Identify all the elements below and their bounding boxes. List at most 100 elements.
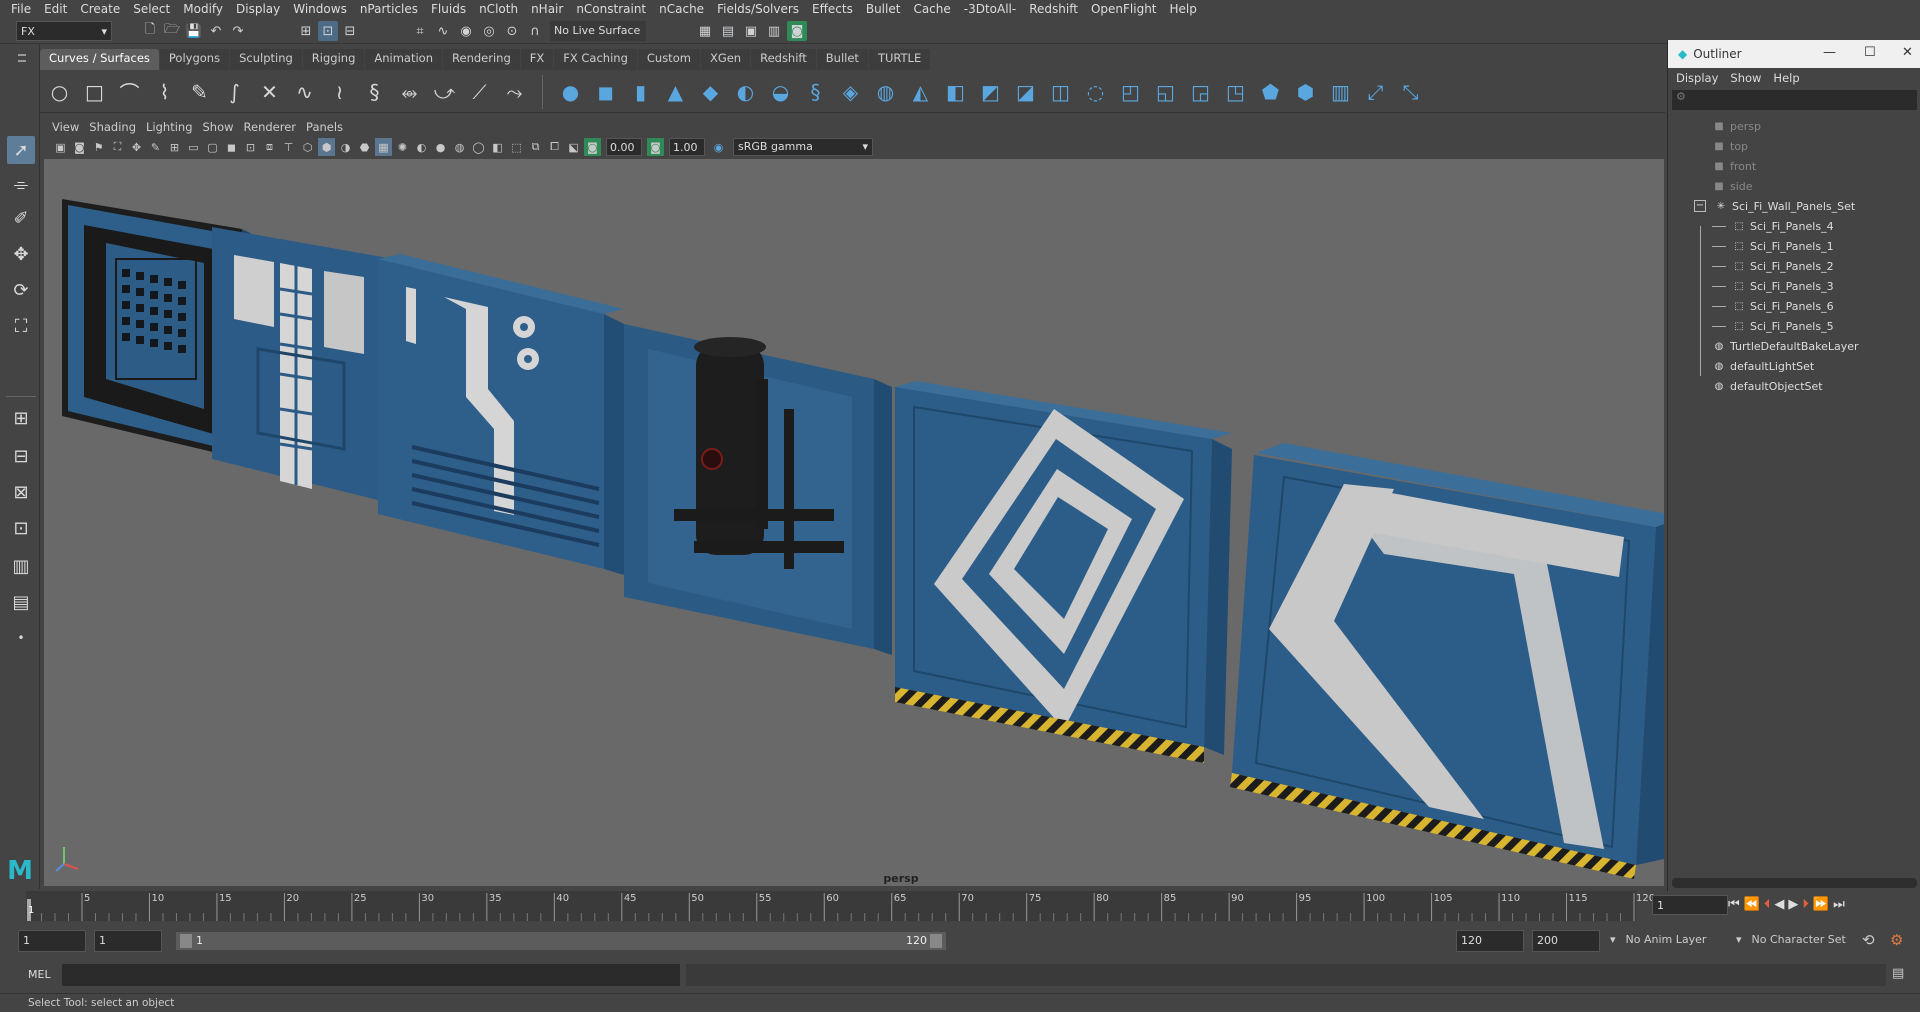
undo-icon[interactable]: ↶ [206, 21, 226, 41]
close-icon[interactable]: ✕ [1902, 45, 1913, 60]
use-all-lights-icon[interactable]: ✺ [394, 138, 411, 156]
shelf-tab-animation[interactable]: Animation [365, 49, 443, 70]
shelf-tab-custom[interactable]: Custom [637, 49, 700, 70]
outliner-item-mesh[interactable]: ⬚ Sci_Fi_Panels_5 [1712, 316, 1834, 336]
shelf-tab-redshift[interactable]: Redshift [751, 49, 816, 70]
menu-nconstraint[interactable]: nConstraint [571, 2, 654, 16]
safe-title-icon[interactable]: ⊤ [280, 138, 297, 156]
camera-attributes-icon[interactable]: ◙ [71, 138, 88, 156]
select-tool-icon[interactable]: ➚ [7, 136, 35, 164]
curve-rebuild-icon[interactable]: § [361, 78, 388, 105]
go-to-start-icon[interactable]: ⏮ [1728, 897, 1740, 912]
outliner-item-mesh[interactable]: ⬚ Sci_Fi_Panels_2 [1712, 256, 1834, 276]
trim-tool-icon[interactable]: ◰ [1117, 78, 1144, 105]
gamma-toggle-icon[interactable]: ◙ [647, 138, 664, 156]
square-surface-icon[interactable]: ◩ [977, 78, 1004, 105]
shelf-tab-polygons[interactable]: Polygons [159, 49, 230, 70]
rotate-tool-icon[interactable]: ⟳ [7, 276, 35, 304]
bookmark-icon[interactable]: ⚑ [90, 138, 107, 156]
outliner-item-mesh[interactable]: ⬚ Sci_Fi_Panels_4 [1712, 216, 1834, 236]
curve-reverse-icon[interactable]: ⤻ [431, 78, 458, 105]
camera-select-icon[interactable]: ▣ [52, 138, 69, 156]
shadows-icon[interactable]: ◐ [413, 138, 430, 156]
outliner-search-input[interactable]: ⚙ [1672, 90, 1917, 110]
outliner-item-camera[interactable]: ■ top [1712, 136, 1748, 156]
isolate-select-icon[interactable]: ⬚ [508, 138, 525, 156]
cv-curve-icon[interactable]: ⌒ [116, 78, 143, 105]
wireframe-icon[interactable]: ⬡ [299, 138, 316, 156]
live-surface-field[interactable]: No Live Surface [550, 21, 646, 41]
grid-icon[interactable]: ⊞ [166, 138, 183, 156]
shelf-tab-turtle[interactable]: TURTLE [868, 49, 931, 70]
outliner-menu-help[interactable]: Help [1773, 71, 1811, 85]
outliner-hscrollbar[interactable] [1672, 878, 1917, 888]
nurbs-circle-icon[interactable]: ○ [46, 78, 73, 105]
shelf-tab-rigging[interactable]: Rigging [302, 49, 365, 70]
shelf-tab-xgen[interactable]: XGen [700, 49, 751, 70]
extend-surface-icon[interactable]: ⤢ [1362, 78, 1389, 105]
open-scene-icon[interactable]: 🗁 [162, 21, 182, 41]
scale-tool-icon[interactable]: ⛶ [7, 312, 35, 340]
safe-action-icon[interactable]: ⧈ [261, 138, 278, 156]
curve-detach-icon[interactable]: ≀ [326, 78, 353, 105]
scene-end-field[interactable]: 200 [1532, 930, 1600, 952]
menu-edit[interactable]: Edit [39, 2, 75, 16]
minimize-icon[interactable]: — [1823, 45, 1836, 60]
menu-help[interactable]: Help [1165, 2, 1205, 16]
outliner-menu-show[interactable]: Show [1730, 71, 1773, 85]
lasso-tool-icon[interactable]: ⌯ [7, 170, 35, 198]
align-surfaces-icon[interactable]: ⬟ [1257, 78, 1284, 105]
revolve-icon[interactable]: ◒ [767, 78, 794, 105]
time-slider[interactable]: 5 10 15 20 25 30 35 40 45 50 55 60 65 70 75 80 85 90 95 100… [0, 891, 1920, 921]
nurbs-cylinder-icon[interactable]: ▮ [627, 78, 654, 105]
xray-components-icon[interactable]: ⬕ [565, 138, 582, 156]
menu-bullet[interactable]: Bullet [861, 2, 909, 16]
menu-effects[interactable]: Effects [807, 2, 861, 16]
four-view-layout-icon[interactable]: ⊟ [7, 442, 35, 470]
untrim-icon[interactable]: ◱ [1152, 78, 1179, 105]
character-set-dropdown[interactable]: ▾ No Character Set [1736, 933, 1846, 946]
nurbs-torus-icon[interactable]: ◐ [732, 78, 759, 105]
select-component-icon[interactable]: ⊟ [340, 21, 360, 41]
script-type-label[interactable]: MEL [28, 968, 51, 981]
outliner-item-camera[interactable]: ■ front [1712, 156, 1756, 176]
outliner-item-mesh[interactable]: ⬚ Sci_Fi_Panels_3 [1712, 276, 1834, 296]
textured-icon[interactable]: ▦ [375, 138, 392, 156]
collapse-icon[interactable]: − [1694, 200, 1706, 212]
menu-3dtoall[interactable]: -3DtoAll- [959, 2, 1024, 16]
command-input[interactable] [62, 964, 680, 986]
auto-key-icon[interactable]: ⟲ [1862, 931, 1875, 949]
wireframe-on-shaded-icon[interactable]: ⬣ [356, 138, 373, 156]
curve-extend-icon[interactable]: ⟋ [466, 78, 493, 105]
default-material-icon[interactable]: ◑ [337, 138, 354, 156]
move-tool-icon[interactable]: ✥ [7, 240, 35, 268]
viewport-persp[interactable]: persp [44, 159, 1664, 886]
nurbs-cone-icon[interactable]: ▲ [662, 78, 689, 105]
current-frame-field[interactable]: 1 [1652, 895, 1728, 915]
outliner-item-set[interactable]: ◍ TurtleDefaultBakeLayer [1712, 336, 1859, 356]
step-back-frame-icon[interactable]: ⏴ [1764, 897, 1771, 912]
menu-windows[interactable]: Windows [288, 2, 355, 16]
outliner-item-set[interactable]: − ✳ Sci_Fi_Wall_Panels_Set [1694, 196, 1855, 216]
menu-select[interactable]: Select [128, 2, 178, 16]
menuset-dropdown[interactable]: FX ▾ [16, 21, 112, 41]
insert-isoparm-icon[interactable]: ▥ [1327, 78, 1354, 105]
single-perspective-layout-icon[interactable]: ⊞ [7, 404, 35, 432]
render-frame-icon[interactable]: ▦ [695, 21, 715, 41]
maximize-icon[interactable]: ☐ [1864, 45, 1876, 60]
menu-modify[interactable]: Modify [178, 2, 231, 16]
go-to-end-icon[interactable]: ⏭ [1833, 897, 1845, 912]
shelf-tab-bullet[interactable]: Bullet [816, 49, 868, 70]
menu-ncache[interactable]: nCache [654, 2, 712, 16]
open-close-icon[interactable]: ⬢ [1292, 78, 1319, 105]
field-chart-icon[interactable]: ⊡ [242, 138, 259, 156]
ep-curve-icon[interactable]: ⌇ [151, 78, 178, 105]
detach-surfaces-icon[interactable]: ◳ [1222, 78, 1249, 105]
outliner-item-set[interactable]: ◍ defaultObjectSet [1712, 376, 1823, 396]
more-layouts-icon[interactable]: • [7, 624, 35, 652]
multisample-aa-icon[interactable]: ◯ [470, 138, 487, 156]
curve-attach-icon[interactable]: ∿ [291, 78, 318, 105]
anim-preferences-icon[interactable]: ⚙ [1890, 931, 1903, 949]
snap-view-icon[interactable]: ◎ [479, 21, 499, 41]
xray-joints-icon[interactable]: ⧠ [546, 138, 563, 156]
